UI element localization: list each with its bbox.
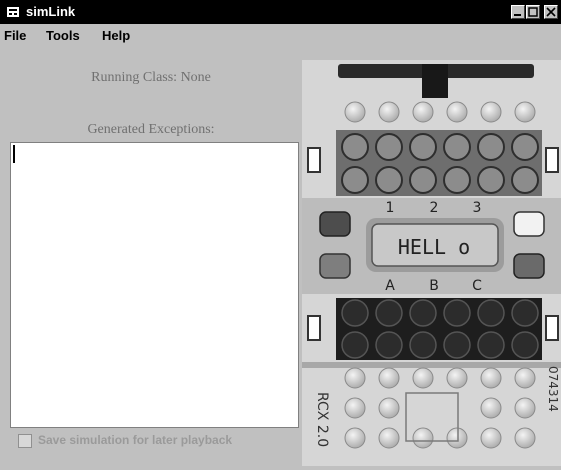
lcd-text: HELL o: [398, 235, 470, 259]
run-button[interactable]: [513, 211, 545, 237]
window-title: simLink: [26, 4, 76, 19]
on-off-button[interactable]: [319, 211, 351, 237]
exceptions-text-area[interactable]: [10, 142, 299, 428]
maximize-button[interactable]: [526, 5, 540, 19]
menu-bar: File Tools Help: [0, 24, 561, 46]
program-number-3: 3: [473, 200, 482, 216]
minimize-icon: [514, 14, 521, 16]
serial-number-label: 074314: [546, 366, 560, 412]
text-caret: [13, 145, 15, 163]
program-button[interactable]: [513, 253, 545, 279]
rcx-brick: 1 2 3 HELL o A B C RCX 2.0 074314: [302, 60, 561, 466]
close-icon: [546, 7, 556, 17]
close-button[interactable]: [544, 5, 558, 19]
program-number-2: 2: [430, 200, 439, 216]
input-port-block: [336, 130, 542, 196]
app-icon: [7, 7, 19, 17]
menu-file[interactable]: File: [4, 28, 26, 43]
output-port-block: [336, 298, 542, 360]
window-title-bar: simLink: [0, 0, 561, 24]
port-letter-b: B: [429, 278, 439, 294]
status-panel: Running Class: None Generated Exceptions…: [0, 46, 302, 466]
port-letter-c: C: [472, 278, 482, 294]
view-button[interactable]: [319, 253, 351, 279]
rcx-model-label: RCX 2.0: [314, 392, 330, 447]
port-letter-a: A: [385, 278, 395, 294]
save-simulation-label: Save simulation for later playback: [38, 433, 233, 447]
running-class-label: Running Class: None: [91, 70, 211, 85]
exceptions-label: Generated Exceptions:: [87, 122, 215, 137]
program-number-1: 1: [386, 200, 395, 216]
menu-help[interactable]: Help: [102, 28, 130, 43]
maximize-icon: [528, 7, 538, 17]
minimize-button[interactable]: [511, 5, 525, 19]
menu-tools[interactable]: Tools: [46, 28, 80, 43]
lcd-display: HELL o: [366, 218, 504, 272]
save-simulation-checkbox[interactable]: [18, 434, 32, 448]
rcx-brick-drawing: 1 2 3 HELL o A B C RCX 2.0 074314: [302, 60, 561, 466]
